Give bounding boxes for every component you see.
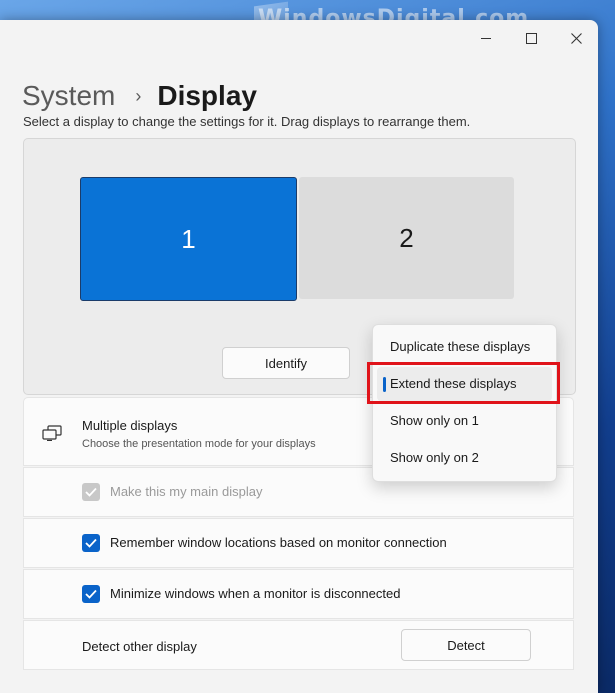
identify-button[interactable]: Identify [222,347,350,379]
main-display-checkbox[interactable] [82,483,100,501]
monitor-1-label: 1 [181,223,196,254]
close-button[interactable] [556,24,596,52]
detect-button[interactable]: Detect [401,629,531,661]
monitor-1[interactable]: 1 [80,177,297,301]
remember-locations-checkbox[interactable] [82,534,100,552]
option-duplicate[interactable]: Duplicate these displays [373,330,556,364]
red-highlight-annotation [367,362,560,404]
multiple-displays-title: Multiple displays [82,418,178,433]
main-display-label: Make this my main display [110,484,263,499]
breadcrumb-system[interactable]: System [22,80,115,112]
detect-display-row: Detect other display Detect [23,620,574,670]
option-show-only-1[interactable]: Show only on 1 [373,404,556,438]
checkmark-icon [85,538,97,548]
minimize-icon [481,37,491,39]
page-title: Display [157,80,257,111]
multiple-displays-icon [42,425,62,441]
monitor-2-label: 2 [399,222,414,253]
monitor-2[interactable]: 2 [299,177,514,299]
maximize-button[interactable] [511,24,551,52]
close-icon [570,32,582,44]
arrange-description: Select a display to change the settings … [23,114,471,129]
breadcrumb: System › Display [22,80,257,112]
option-show-only-2[interactable]: Show only on 2 [373,441,556,475]
minimize-windows-label: Minimize windows when a monitor is disco… [110,586,401,601]
minimize-windows-row: Minimize windows when a monitor is disco… [23,569,574,619]
option-show-only-1-label: Show only on 1 [390,413,479,428]
option-show-only-2-label: Show only on 2 [390,450,479,465]
minimize-button[interactable] [466,24,506,52]
remember-locations-row: Remember window locations based on monit… [23,518,574,568]
remember-locations-label: Remember window locations based on monit… [110,535,447,550]
checkmark-icon [85,487,97,497]
chevron-right-icon: › [135,85,142,106]
maximize-icon [525,32,537,44]
minimize-windows-checkbox[interactable] [82,585,100,603]
checkmark-icon [85,589,97,599]
detect-display-label: Detect other display [82,639,197,654]
multiple-displays-subtitle: Choose the presentation mode for your di… [82,438,316,450]
option-duplicate-label: Duplicate these displays [390,339,531,354]
